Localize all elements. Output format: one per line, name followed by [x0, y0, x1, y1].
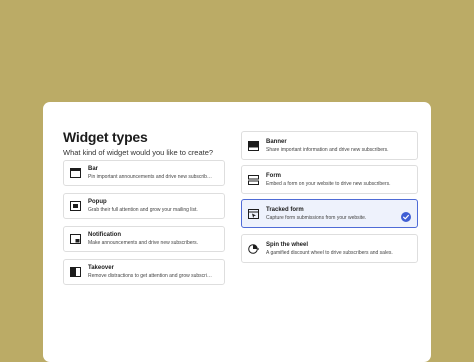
widget-card-spin-the-wheel[interactable]: Spin the wheel A gamified discount wheel… [241, 234, 418, 263]
widget-card-description: Pin important announcements and drive ne… [88, 174, 212, 180]
widget-card-description: Share important information and drive ne… [266, 147, 389, 153]
widget-types-panel: Widget types What kind of widget would y… [43, 102, 431, 362]
widget-card-takeover[interactable]: Takeover Remove distractions to get atte… [63, 259, 225, 285]
page-subtitle: What kind of widget would you like to cr… [63, 148, 214, 157]
tracked-form-icon [248, 209, 259, 219]
spin-wheel-icon [248, 244, 259, 254]
widget-card-name: Form [266, 173, 281, 179]
widget-card-description: A gamified discount wheel to drive subsc… [266, 250, 393, 256]
widget-card-notification[interactable]: Notification Make announcements and driv… [63, 226, 225, 252]
widget-card-description: Grab their full attention and grow your … [88, 207, 198, 213]
bar-widget-icon [70, 168, 81, 178]
widget-card-name: Popup [88, 199, 107, 205]
widget-card-name: Takeover [88, 265, 114, 271]
widget-card-form[interactable]: Form Embed a form on your website to dri… [241, 165, 418, 194]
widget-card-description: Remove distractions to get attention and… [88, 273, 212, 279]
banner-widget-icon [248, 141, 259, 151]
check-circle-icon [401, 209, 411, 222]
widget-card-description: Make announcements and drive new subscri… [88, 240, 199, 246]
notification-widget-icon [70, 234, 81, 244]
widget-card-name: Banner [266, 139, 287, 145]
page-title: Widget types [63, 129, 148, 145]
popup-widget-icon [70, 201, 81, 211]
widget-card-popup[interactable]: Popup Grab their full attention and grow… [63, 193, 225, 219]
form-widget-icon [248, 175, 259, 185]
widget-card-bar[interactable]: Bar Pin important announcements and driv… [63, 160, 225, 186]
widget-card-name: Spin the wheel [266, 242, 309, 248]
widget-card-name: Bar [88, 166, 99, 172]
widget-card-banner[interactable]: Banner Share important information and d… [241, 131, 418, 160]
widget-card-tracked-form[interactable]: Tracked form Capture form submissions fr… [241, 199, 418, 228]
widget-card-name: Tracked form [266, 207, 304, 213]
widget-card-name: Notification [88, 232, 121, 238]
widget-card-description: Capture form submissions from your websi… [266, 215, 367, 221]
takeover-widget-icon [70, 267, 81, 277]
widget-card-description: Embed a form on your website to drive ne… [266, 181, 391, 187]
